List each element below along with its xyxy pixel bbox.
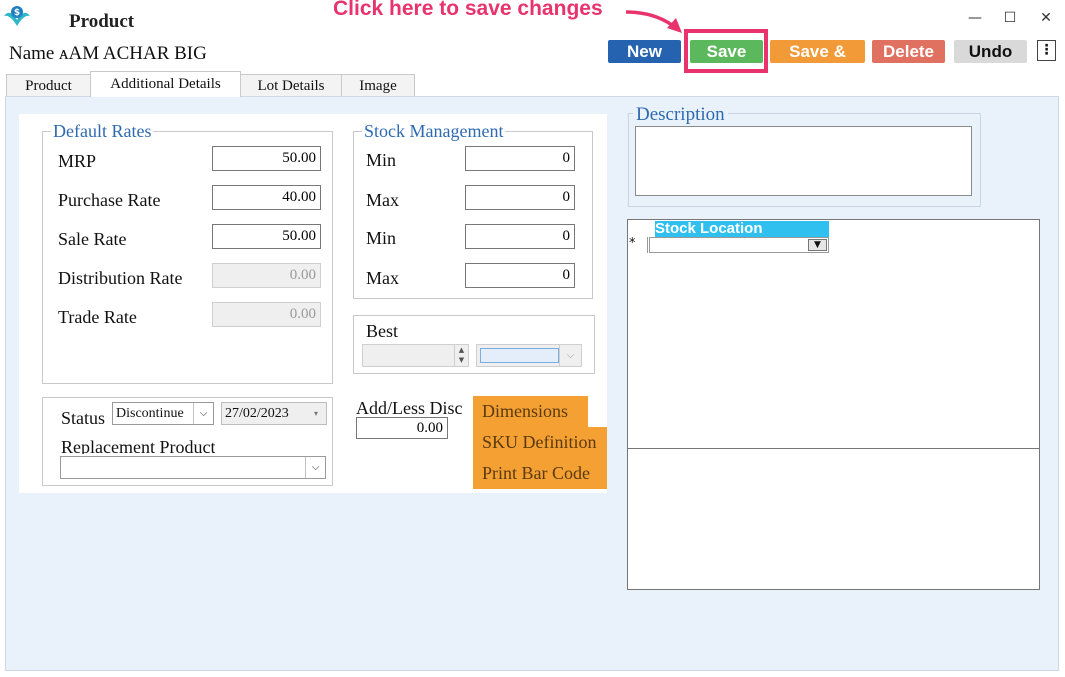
min-label-1: Min <box>366 150 397 168</box>
purchase-rate-input[interactable] <box>212 185 321 210</box>
dimensions-button[interactable]: Dimensions <box>473 396 588 427</box>
stock-management-title: Stock Management <box>364 121 504 141</box>
description-input[interactable] <box>635 126 972 196</box>
max-input-1[interactable] <box>465 185 575 210</box>
tab-image[interactable]: Image <box>341 74 415 96</box>
product-name-value: ᴀAM ACHAR BIG <box>59 43 207 64</box>
distribution-rate-label: Distribution Rate <box>58 268 183 288</box>
name-label: Name <box>9 43 55 64</box>
best-stepper[interactable]: ▲ ▼ <box>362 344 469 367</box>
save-and-button[interactable]: Save & <box>770 40 865 63</box>
dropdown-arrow-icon[interactable]: ▼ <box>808 239 827 251</box>
min-input-1[interactable] <box>465 146 575 171</box>
distribution-rate-input <box>212 263 321 288</box>
tab-product[interactable]: Product <box>6 74 91 96</box>
max-label-1: Max <box>366 190 399 208</box>
save-button[interactable]: Save <box>690 40 763 63</box>
undo-button[interactable]: Undo <box>954 40 1027 63</box>
sale-rate-input[interactable] <box>212 224 321 249</box>
tab-lot-details[interactable]: Lot Details <box>240 74 342 96</box>
min-input-2[interactable] <box>465 224 575 249</box>
max-label-2: Max <box>366 268 399 286</box>
default-rates-title: Default Rates <box>53 121 152 141</box>
status-date-value: 27/02/2023 <box>225 406 289 421</box>
sale-rate-label: Sale Rate <box>58 229 127 249</box>
chevron-down-icon[interactable]: ⌵ <box>193 403 213 424</box>
callout-text: Click here to save changes <box>333 0 603 20</box>
purchase-rate-label: Purchase Rate <box>58 190 161 210</box>
status-value: Discontinue <box>116 406 184 421</box>
stock-location-detail-panel <box>627 448 1040 590</box>
mrp-input[interactable] <box>212 146 321 171</box>
best-dropdown[interactable]: ⌵ <box>476 344 582 367</box>
description-title: Description <box>633 104 728 126</box>
close-button[interactable]: ✕ <box>1031 8 1061 28</box>
status-label: Status <box>61 408 106 428</box>
status-date-picker[interactable]: 27/02/2023 ▾ <box>221 402 327 425</box>
minimize-button[interactable]: — <box>960 8 990 28</box>
min-label-2: Min <box>366 228 397 246</box>
more-options-button[interactable]: ⋮ <box>1037 40 1056 61</box>
trade-rate-label: Trade Rate <box>58 307 137 327</box>
calendar-dropdown-icon[interactable]: ▾ <box>306 403 326 424</box>
max-input-2[interactable] <box>465 263 575 288</box>
add-less-disc-input[interactable] <box>356 417 448 439</box>
callout-arrow-icon <box>625 10 682 33</box>
add-less-disc-label: Add/Less Disc <box>356 398 463 418</box>
trade-rate-input <box>212 302 321 327</box>
stock-location-dropdown[interactable]: ▼ <box>649 237 829 253</box>
sku-definition-button[interactable]: SKU Definition <box>473 427 607 458</box>
window-title: Product <box>69 11 135 32</box>
print-bar-code-button[interactable]: Print Bar Code <box>473 458 607 489</box>
chevron-down-icon[interactable]: ⌵ <box>559 345 581 366</box>
replacement-product-dropdown[interactable]: ⌵ <box>60 456 326 479</box>
new-row-marker: * <box>627 237 648 253</box>
new-button[interactable]: New <box>608 40 681 63</box>
mrp-label: MRP <box>58 151 97 171</box>
stepper-arrows-icon[interactable]: ▲ ▼ <box>454 345 468 366</box>
status-dropdown[interactable]: Discontinue ⌵ <box>112 402 214 425</box>
stock-location-grid <box>627 219 1040 449</box>
stock-location-column-header[interactable]: Stock Location <box>655 221 829 237</box>
app-logo-icon: $ <box>4 6 30 26</box>
svg-text:$: $ <box>14 8 20 18</box>
chevron-down-icon[interactable]: ⌵ <box>305 457 325 478</box>
delete-button[interactable]: Delete <box>872 40 945 63</box>
maximize-button[interactable]: ☐ <box>995 8 1025 28</box>
tab-additional-details[interactable]: Additional Details <box>90 71 241 97</box>
best-label: Best <box>366 321 399 341</box>
replacement-product-label: Replacement Product <box>61 437 216 454</box>
